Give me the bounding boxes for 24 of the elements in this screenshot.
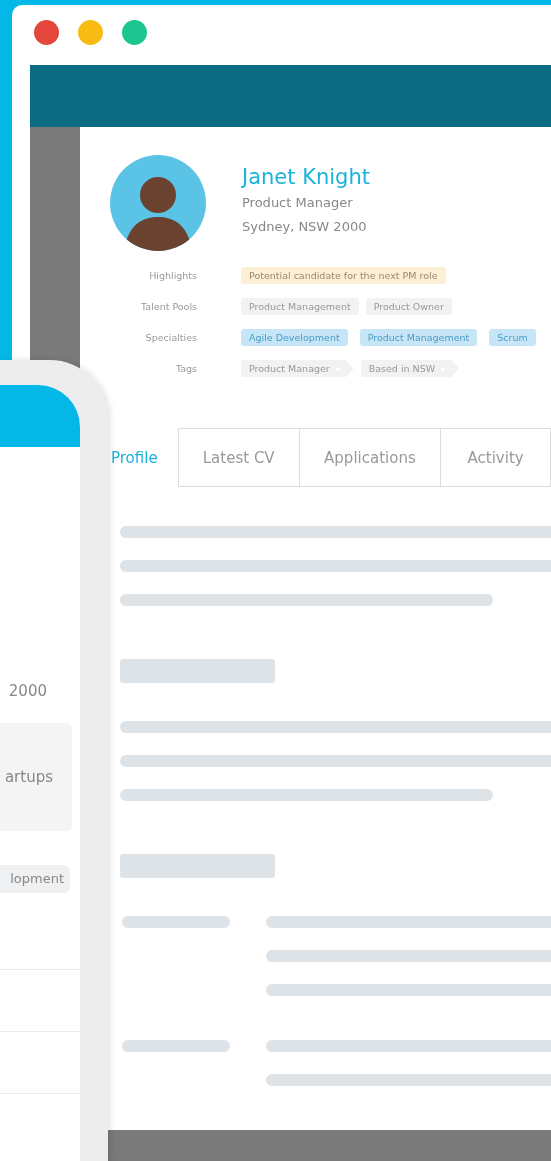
tag-chip[interactable]: Based in NSW bbox=[360, 360, 460, 377]
minimize-icon[interactable] bbox=[78, 19, 103, 45]
summary-text: artups bbox=[4, 768, 54, 786]
specialty-chip: lopment bbox=[0, 865, 70, 893]
maximize-icon[interactable] bbox=[122, 19, 147, 45]
highlight-chip: Potential candidate for the next PM role bbox=[241, 267, 446, 284]
talent-pool-chip: Product Management bbox=[241, 298, 359, 315]
tab[interactable]: Latest CV bbox=[177, 428, 300, 487]
field-label: Highlights bbox=[148, 270, 197, 281]
specialty-chip: Scrum bbox=[489, 329, 536, 346]
location-text: 2000 bbox=[7, 681, 48, 701]
field-label: Talent Pools bbox=[140, 301, 197, 312]
field-label: Specialties bbox=[144, 332, 197, 343]
talent-pool-chip: Product Owner bbox=[365, 298, 452, 315]
tab[interactable]: Applications bbox=[298, 428, 442, 487]
tag-chip[interactable]: Product Manager bbox=[241, 360, 354, 377]
tab[interactable]: Activity bbox=[440, 428, 551, 487]
job-title: Product Manager bbox=[242, 194, 354, 212]
field-label: Tags bbox=[174, 363, 197, 374]
candidate-name: Janet Knight bbox=[242, 164, 370, 191]
location-text: Sydney, NSW 2000 bbox=[242, 218, 368, 236]
close-icon[interactable] bbox=[34, 19, 59, 45]
specialty-chip: Agile Development bbox=[241, 329, 348, 346]
specialty-chip: Product Management bbox=[359, 329, 478, 346]
